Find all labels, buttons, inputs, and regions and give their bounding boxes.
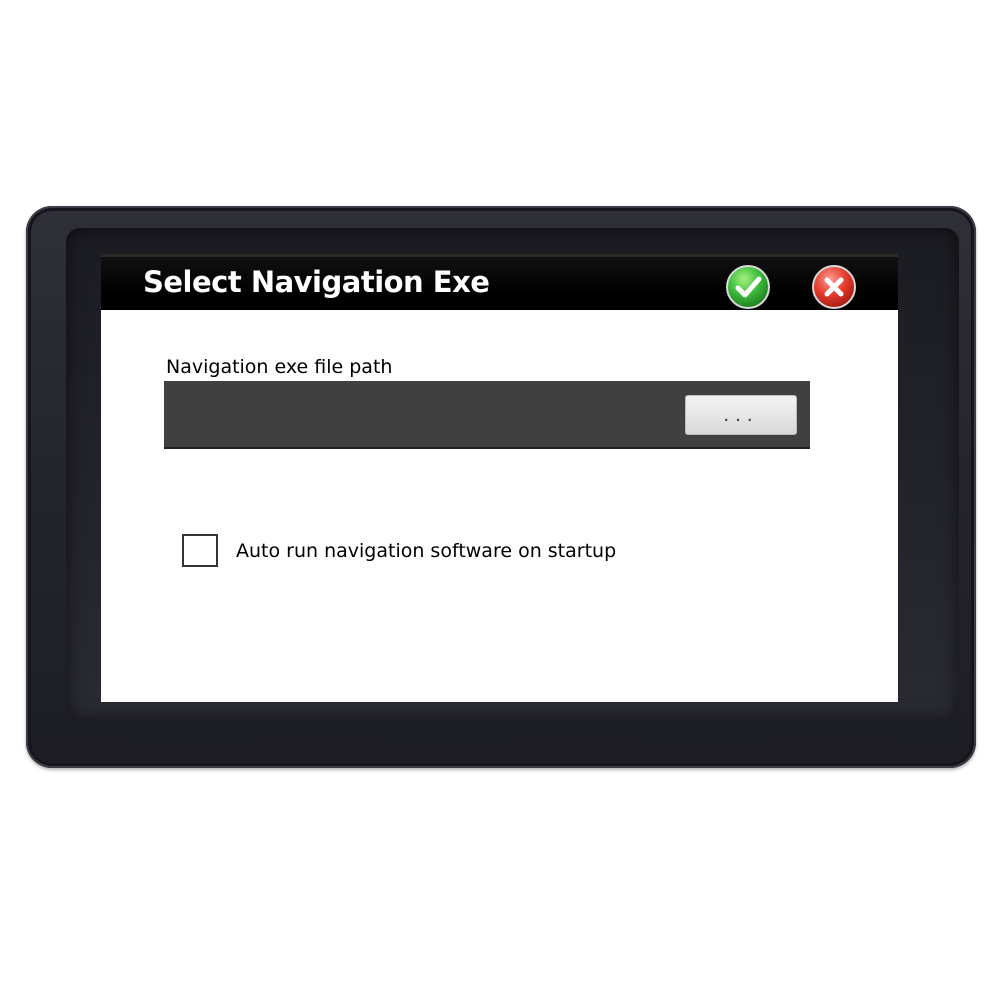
autorun-label[interactable]: Auto run navigation software on startup (236, 540, 616, 562)
exe-path-field[interactable]: ... (164, 381, 810, 449)
ok-button[interactable] (726, 265, 770, 309)
dialog-title: Select Navigation Exe (143, 265, 490, 299)
browse-button[interactable]: ... (685, 395, 797, 435)
path-label: Navigation exe file path (166, 356, 393, 378)
autorun-checkbox[interactable] (182, 534, 218, 567)
cancel-button[interactable] (812, 265, 856, 309)
dialog-window: Select Navigation Exe Navigation exe fil… (101, 254, 898, 702)
dialog-titlebar: Select Navigation Exe (101, 254, 898, 310)
